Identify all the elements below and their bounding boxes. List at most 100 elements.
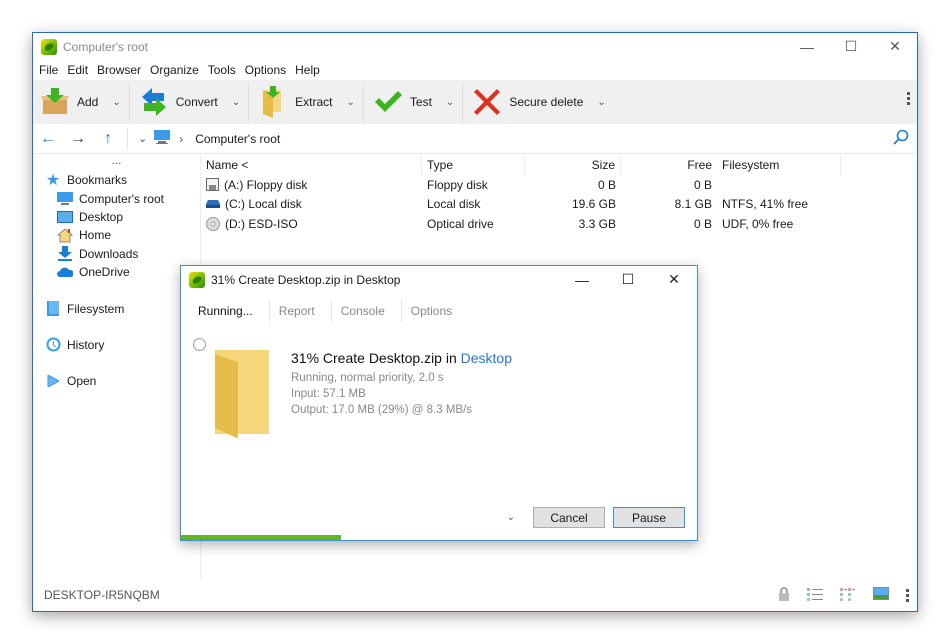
breadcrumb[interactable]: Computer's root [195, 132, 280, 146]
details-view-icon[interactable] [807, 587, 823, 604]
tab-console[interactable]: Console [332, 300, 402, 322]
menu-options[interactable]: Options [245, 63, 286, 77]
download-icon [57, 246, 73, 262]
app-logo-icon [41, 38, 57, 55]
dialog-tabs: Running... Report Console Options [181, 293, 697, 329]
sidebar-open[interactable]: Open [33, 372, 200, 390]
dialog-close-button[interactable]: ✕ [651, 266, 697, 293]
chevron-down-icon[interactable]: ⌄ [232, 97, 240, 108]
row-size: 3.3 GB [578, 216, 616, 231]
output-line: Output: 17.0 MB (29%) @ 8.3 MB/s [291, 404, 473, 416]
progress-dialog: 31% Create Desktop.zip in Desktop — ☐ ✕ … [180, 265, 698, 541]
menu-bar: File Edit Browser Organize Tools Options… [33, 60, 917, 80]
window-title: Computer's root [63, 39, 148, 54]
chevron-down-icon[interactable]: ⌄ [347, 97, 355, 108]
convert-label: Convert [175, 95, 218, 109]
extract-button[interactable]: Extract ⌄ [257, 82, 364, 122]
add-box-icon [39, 87, 71, 117]
minimize-button[interactable]: — [785, 33, 829, 60]
row-name: (A:) Floppy disk [224, 177, 308, 192]
sidebar-item-onedrive[interactable]: OneDrive [33, 263, 200, 281]
table-row[interactable]: (C:) Local disk Local disk 19.6 GB 8.1 G… [201, 195, 917, 215]
tab-running[interactable]: Running... [189, 300, 270, 322]
cancel-button[interactable]: Cancel [533, 507, 605, 528]
menu-help[interactable]: Help [295, 63, 320, 77]
dialog-maximize-button[interactable]: ☐ [605, 266, 651, 293]
menu-tools[interactable]: Tools [208, 63, 236, 77]
back-button[interactable]: ← [33, 130, 63, 148]
thumbnail-view-icon[interactable] [872, 586, 890, 603]
progress-bar [181, 535, 341, 540]
input-line: Input: 57.1 MB [291, 388, 366, 400]
table-header: Name < Type Size Free Filesystem [201, 155, 917, 175]
row-type: Floppy disk [427, 177, 488, 192]
sidebar-item-computers-root[interactable]: Computer's root [33, 189, 200, 207]
column-name[interactable]: Name < [201, 155, 422, 175]
maximize-button[interactable]: ☐ [829, 33, 873, 60]
status-bar: DESKTOP-IR5NQBM [33, 579, 917, 611]
sidebar-more[interactable]: ... [33, 154, 200, 171]
destination-link[interactable]: Desktop [461, 350, 512, 366]
row-size: 19.6 GB [571, 197, 616, 212]
clock-icon [45, 337, 61, 352]
more-options-icon[interactable] [907, 92, 911, 105]
menu-organize[interactable]: Organize [150, 63, 199, 77]
column-filesystem[interactable]: Filesystem [717, 155, 841, 175]
row-free: 8.1 GB [674, 197, 712, 212]
row-type: Optical drive [427, 216, 494, 231]
row-name: (C:) Local disk [225, 197, 302, 212]
menu-file[interactable]: File [39, 63, 58, 77]
sidebar-history[interactable]: History [33, 336, 200, 354]
sidebar: ... ★ Bookmarks Computer's root Desktop … [33, 154, 201, 579]
chevron-down-icon[interactable]: ⌄ [597, 97, 605, 108]
lock-icon[interactable] [778, 586, 790, 604]
sidebar-item-label: Downloads [79, 246, 139, 261]
sidebar-item-downloads[interactable]: Downloads [33, 245, 200, 263]
desktop-icon [57, 210, 73, 224]
sidebar-item-home[interactable]: Home [33, 226, 200, 244]
more-options-icon[interactable] [906, 588, 909, 602]
chevron-down-icon[interactable]: ⌄ [112, 97, 120, 108]
pause-button[interactable]: Pause [613, 507, 685, 528]
dialog-minimize-button[interactable]: — [559, 266, 605, 293]
play-icon [45, 374, 61, 388]
status-line: Running, normal priority, 2.0 s [291, 372, 444, 384]
tab-options[interactable]: Options [402, 300, 468, 322]
list-view-icon[interactable] [840, 587, 856, 604]
tab-report[interactable]: Report [270, 300, 332, 322]
computer-name: DESKTOP-IR5NQBM [44, 588, 160, 602]
chevron-down-icon[interactable]: ⌄ [507, 512, 515, 523]
close-button[interactable]: ✕ [873, 33, 917, 60]
sidebar-item-label: Home [79, 228, 112, 243]
optical-disc-icon [206, 216, 220, 231]
home-icon [57, 228, 73, 243]
search-icon[interactable] [893, 129, 909, 148]
menu-edit[interactable]: Edit [67, 63, 88, 77]
extract-folder-icon [257, 86, 289, 118]
table-row[interactable]: (A:) Floppy disk Floppy disk 0 B 0 B [201, 175, 917, 195]
add-button[interactable]: Add ⌄ [39, 82, 130, 122]
history-dropdown[interactable]: ⌄ [138, 132, 147, 145]
add-label: Add [77, 95, 99, 109]
sidebar-filesystem[interactable]: Filesystem [33, 299, 200, 317]
column-type[interactable]: Type [422, 155, 525, 175]
column-free[interactable]: Free [621, 155, 717, 175]
test-button[interactable]: Test ⌄ [372, 82, 464, 122]
extract-label: Extract [295, 95, 333, 109]
test-label: Test [409, 95, 432, 109]
sidebar-item-label: Open [67, 374, 97, 389]
up-button[interactable]: ↑ [93, 130, 123, 148]
sidebar-item-desktop[interactable]: Desktop [33, 208, 200, 226]
toolbar: Add ⌄ Convert ⌄ Extract ⌄ Test ⌄ Secure … [33, 80, 917, 124]
checkmark-icon [372, 87, 404, 117]
column-size[interactable]: Size [525, 155, 621, 175]
sidebar-bookmarks[interactable]: ★ Bookmarks [33, 171, 200, 189]
convert-button[interactable]: Convert ⌄ [138, 82, 250, 122]
row-free: 0 B [693, 216, 712, 231]
menu-browser[interactable]: Browser [97, 63, 141, 77]
convert-arrows-icon [138, 87, 170, 117]
table-row[interactable]: (D:) ESD-ISO Optical drive 3.3 GB 0 B UD… [201, 214, 917, 234]
chevron-down-icon[interactable]: ⌄ [446, 97, 454, 108]
forward-button[interactable]: → [63, 130, 93, 148]
secure-delete-button[interactable]: Secure delete ⌄ [471, 82, 613, 122]
